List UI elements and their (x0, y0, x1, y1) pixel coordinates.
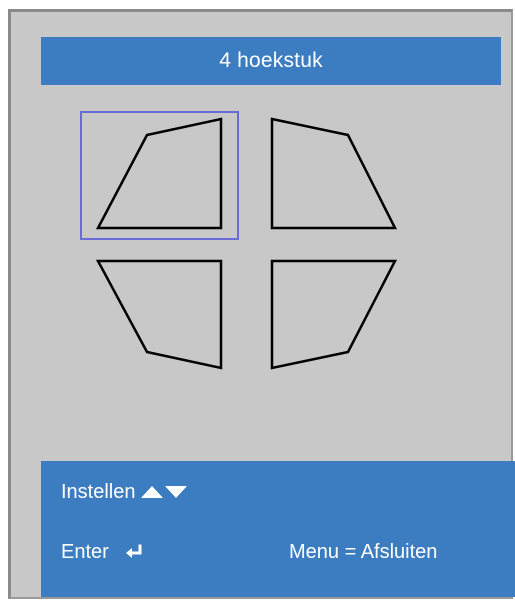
down-arrow-icon (164, 486, 187, 498)
corner-bottom-left-shape (95, 259, 223, 370)
up-arrow-icon (140, 486, 163, 498)
corner-bottom-left[interactable] (95, 259, 223, 370)
adjust-hint: Instellen (41, 477, 515, 507)
corner-top-left-shape (95, 117, 223, 230)
enter-return-icon (125, 544, 145, 560)
corner-top-left[interactable] (80, 111, 239, 240)
corner-top-right[interactable] (270, 117, 398, 230)
enter-label: Enter (61, 540, 109, 563)
corner-bottom-right-shape (270, 259, 398, 370)
adjust-arrows (140, 485, 188, 499)
menu-exit-hint: Menu = Afsluiten (289, 540, 438, 563)
corner-bottom-right[interactable] (270, 259, 398, 370)
key-hints: Enter Menu = Afsluiten (41, 537, 515, 567)
osd-menu-panel: 4 hoekstuk Instellen Enter Menu = Afslui… (8, 9, 515, 599)
corner-top-right-shape (270, 117, 398, 230)
adjust-label: Instellen (61, 480, 136, 503)
footer-help-bar: Instellen Enter Menu = Afsluiten (41, 461, 515, 597)
